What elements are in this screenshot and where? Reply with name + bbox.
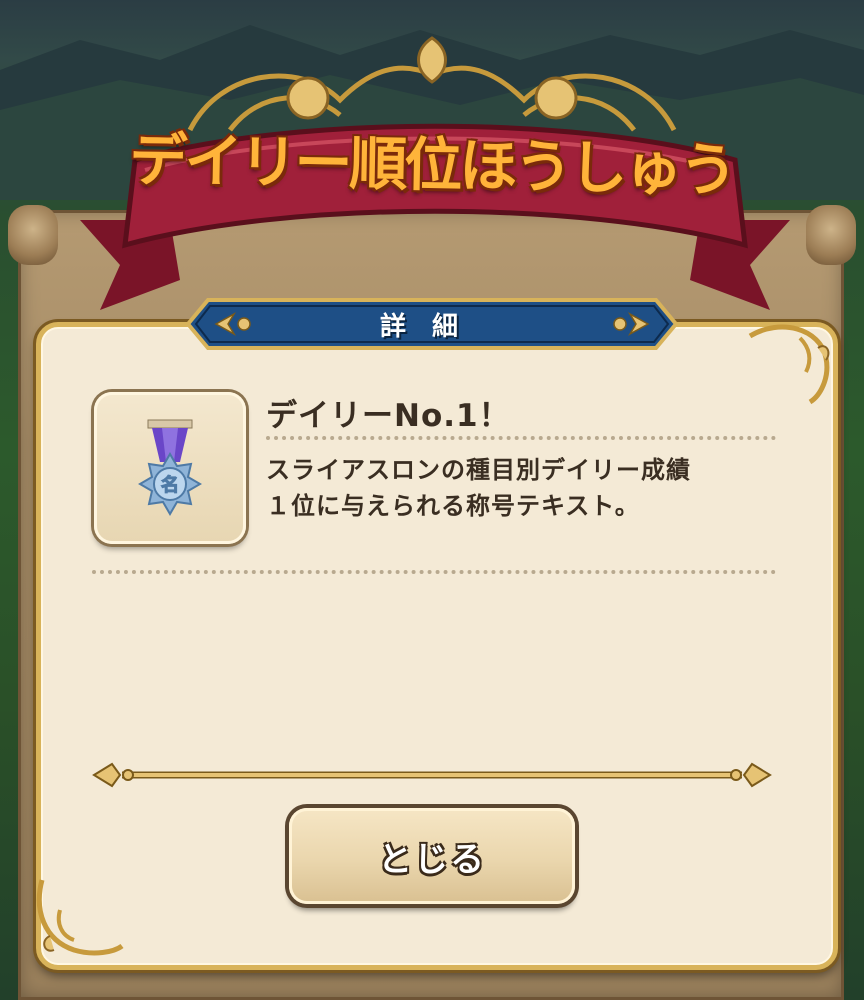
corner-ornament-top-right [748, 324, 830, 405]
description-line-2: １位に与えられる称号テキスト。 [266, 492, 640, 520]
close-button[interactable]: とじる [289, 808, 575, 904]
close-button-label: とじる [378, 839, 486, 880]
ornamental-divider [92, 762, 772, 788]
screen-title: デイリー順位ほうしゅう [128, 125, 735, 205]
item-description: スライアスロンの種目別デイリー成績 １位に与えられる称号テキスト。 [266, 452, 806, 524]
description-line-1: スライアスロンの種目別デイリー成績 [266, 456, 691, 484]
corner-ornament-bottom-left [36, 879, 124, 956]
medal-icon: 名 [138, 419, 202, 516]
medal-glyph: 名 [161, 474, 179, 496]
section-divider [92, 570, 776, 574]
title-divider [266, 436, 776, 440]
item-icon-frame: 名 [94, 392, 246, 544]
header-label: 詳細 [379, 312, 484, 342]
item-name: デイリーNo.1！ [266, 398, 511, 434]
